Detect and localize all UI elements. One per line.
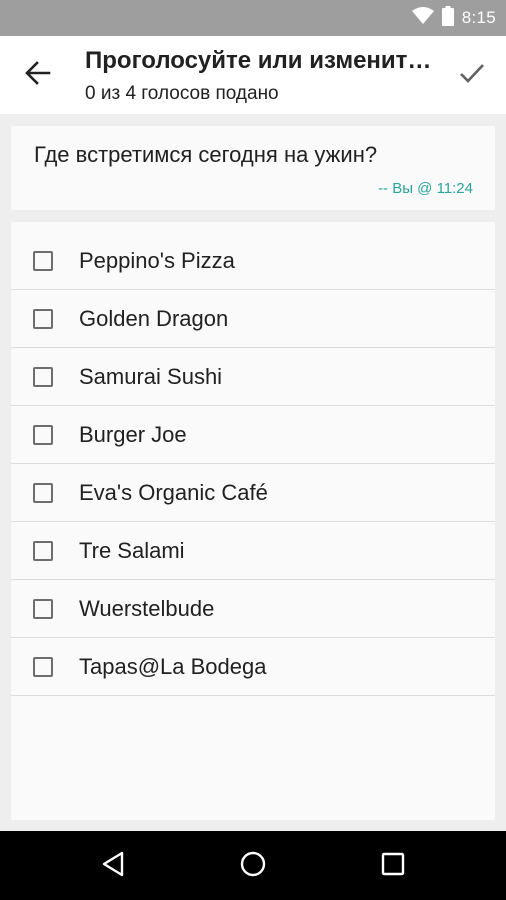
option-label: Burger Joe xyxy=(79,421,187,447)
checkbox[interactable] xyxy=(33,250,53,271)
question-card: Где встретимся сегодня на ужин? -- Вы @ … xyxy=(11,126,495,210)
status-time: 8:15 xyxy=(461,8,496,27)
nav-recents-button[interactable] xyxy=(368,841,418,891)
option-row[interactable]: Tapas@La Bodega xyxy=(11,638,495,696)
option-label: Wuerstelbude xyxy=(79,595,215,621)
option-row[interactable]: Wuerstelbude xyxy=(11,580,495,638)
navigation-bar xyxy=(0,831,506,900)
home-circle-icon xyxy=(239,850,267,883)
option-row[interactable]: Samurai Sushi xyxy=(11,348,495,406)
nav-back-button[interactable] xyxy=(88,841,138,891)
app-bar: Проголосуйте или изменит… 0 из 4 голосов… xyxy=(0,36,506,114)
option-row[interactable]: Golden Dragon xyxy=(11,290,495,348)
option-label: Eva's Organic Café xyxy=(79,479,268,505)
question-author-time: -- Вы @ 11:24 xyxy=(378,180,473,197)
battery-icon xyxy=(441,5,454,31)
checkbox[interactable] xyxy=(33,656,53,677)
option-label: Tre Salami xyxy=(79,537,185,563)
status-icons: 8:15 xyxy=(411,0,496,36)
recents-square-icon xyxy=(381,852,405,881)
back-arrow-icon xyxy=(25,60,51,90)
checkbox[interactable] xyxy=(33,308,53,329)
wifi-icon xyxy=(411,6,434,30)
question-text: Где встретимся сегодня на ужин? xyxy=(34,142,378,167)
back-triangle-icon xyxy=(101,851,125,882)
option-label: Golden Dragon xyxy=(79,305,229,331)
option-label: Tapas@La Bodega xyxy=(79,653,267,679)
page-title: Проголосуйте или изменит… xyxy=(85,47,432,74)
option-label: Peppino's Pizza xyxy=(79,247,235,273)
page-subtitle: 0 из 4 голосов подано xyxy=(85,83,279,104)
confirm-button[interactable] xyxy=(448,51,496,99)
option-row[interactable]: Tre Salami xyxy=(11,522,495,580)
option-label: Samurai Sushi xyxy=(79,363,223,389)
checkbox[interactable] xyxy=(33,540,53,561)
checkbox[interactable] xyxy=(33,482,53,503)
checkbox[interactable] xyxy=(33,598,53,619)
back-button[interactable] xyxy=(14,51,62,99)
nav-home-button[interactable] xyxy=(228,841,278,891)
options-list: Peppino's Pizza Golden Dragon Samurai Su… xyxy=(11,222,495,820)
checkbox[interactable] xyxy=(33,366,53,387)
checkmark-icon xyxy=(459,62,485,89)
option-row[interactable]: Burger Joe xyxy=(11,406,495,464)
option-row[interactable]: Peppino's Pizza xyxy=(11,222,495,290)
checkbox[interactable] xyxy=(33,424,53,445)
option-row[interactable]: Eva's Organic Café xyxy=(11,464,495,522)
status-bar: 8:15 xyxy=(0,0,506,36)
